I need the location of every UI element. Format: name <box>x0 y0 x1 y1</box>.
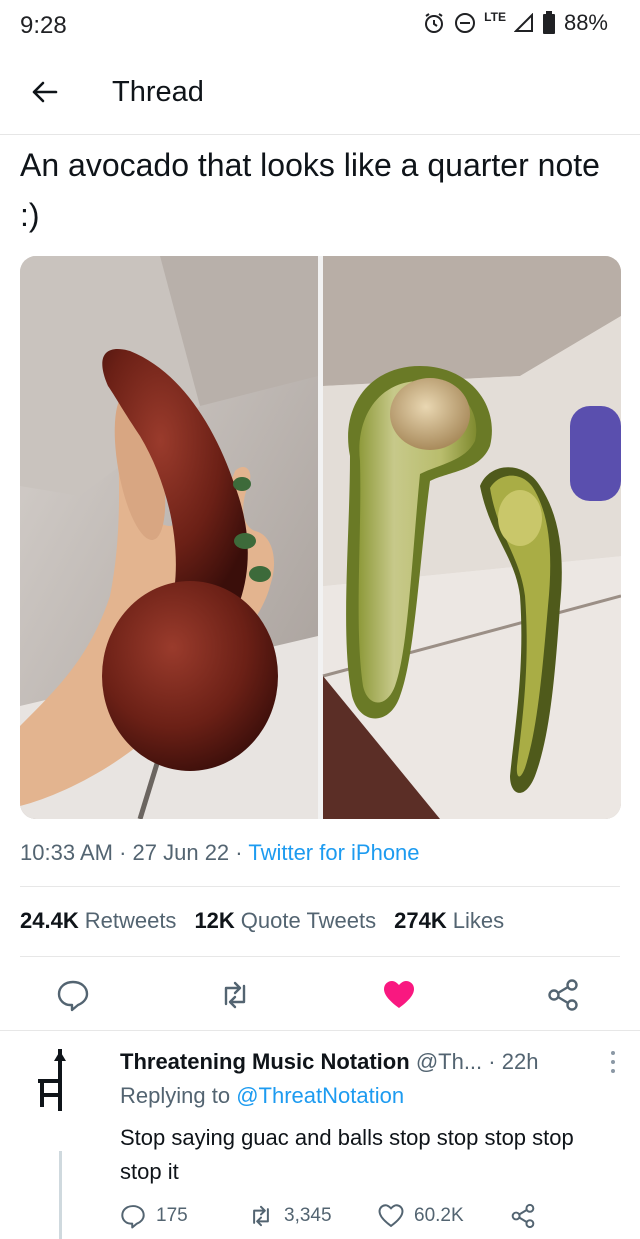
heart-icon <box>378 1204 404 1228</box>
likes-label: Likes <box>452 908 505 933</box>
divider <box>20 886 620 887</box>
status-icons: LTE 88% <box>422 10 608 36</box>
more-options-icon[interactable] <box>608 1049 618 1075</box>
status-bar: 9:28 LTE 88% <box>0 0 640 54</box>
reply-reply-button[interactable]: 175 <box>120 1203 188 1229</box>
avatar[interactable] <box>34 1045 86 1115</box>
tweet-date: 27 Jun 22 <box>132 840 230 865</box>
share-icon[interactable] <box>546 978 580 1012</box>
retweets-label: Retweets <box>84 908 177 933</box>
retweet-icon <box>253 1205 269 1227</box>
meta-separator: · <box>235 840 249 865</box>
alarm-icon <box>425 13 444 33</box>
reply-header: Threatening Music Notation @Th... · 22h <box>120 1049 538 1075</box>
likes-count: 274K <box>394 908 447 933</box>
do-not-disturb-icon <box>455 13 476 33</box>
tweet-photo[interactable] <box>20 256 621 819</box>
divider <box>20 956 620 957</box>
reply-tweet[interactable]: Threatening Music Notation @Th... · 22h … <box>0 1030 640 1239</box>
reply-share-button[interactable] <box>510 1203 536 1229</box>
quotes-label: Quote Tweets <box>240 908 377 933</box>
reply-icon[interactable] <box>56 978 90 1012</box>
battery-icon <box>542 11 555 34</box>
battery-percent: 88% <box>563 10 608 35</box>
replying-prefix: Replying to <box>120 1083 231 1108</box>
page-title: Thread <box>112 76 204 108</box>
tweet-time: 10:33 AM <box>20 840 113 865</box>
quotes-stat[interactable]: 12K Quote Tweets <box>194 908 376 934</box>
share-icon <box>511 1203 535 1229</box>
tweet-text: An avocado that looks like a quarter not… <box>20 147 600 233</box>
reply-age: 22h <box>501 1049 539 1074</box>
tweet-stats: 24.4K Retweets 12K Quote Tweets 274K Likes <box>20 908 504 934</box>
avocado-photo-image <box>20 256 621 819</box>
meta-separator: · <box>119 840 133 865</box>
retweet-icon[interactable] <box>218 978 252 1012</box>
app-bar: Thread <box>0 56 640 135</box>
tweet-source-link[interactable]: Twitter for iPhone <box>248 840 419 865</box>
likes-stat[interactable]: 274K Likes <box>394 908 504 934</box>
replying-to: Replying to @ThreatNotation <box>120 1083 404 1109</box>
reply-like-count: 60.2K <box>414 1205 464 1226</box>
back-arrow-icon[interactable] <box>30 78 58 106</box>
reply-retweet-button[interactable]: 3,345 <box>248 1203 332 1229</box>
reply-author-name[interactable]: Threatening Music Notation <box>120 1049 410 1074</box>
like-heart-icon[interactable] <box>382 978 416 1012</box>
signal-icon <box>513 13 533 32</box>
retweets-stat[interactable]: 24.4K Retweets <box>20 908 176 934</box>
tweet-actions <box>0 962 640 1026</box>
reply-retweet-count: 3,345 <box>284 1205 332 1226</box>
reply-reply-count: 175 <box>156 1205 188 1226</box>
thread-line <box>59 1151 62 1239</box>
replying-to-handle[interactable]: @ThreatNotation <box>236 1083 404 1108</box>
status-time: 9:28 <box>20 12 67 39</box>
reply-actions: 175 3,345 60.2K <box>120 1203 620 1233</box>
retweets-count: 24.4K <box>20 908 79 933</box>
reply-author-handle[interactable]: @Th... <box>416 1049 482 1074</box>
reply-text: Stop saying guac and balls stop stop sto… <box>120 1125 574 1184</box>
tweet-meta: 10:33 AM · 27 Jun 22 · Twitter for iPhon… <box>20 840 420 866</box>
network-type: LTE <box>484 10 506 24</box>
reply-separator: · <box>488 1049 502 1074</box>
reply-like-button[interactable]: 60.2K <box>378 1203 464 1229</box>
reply-icon <box>121 1205 145 1229</box>
quotes-count: 12K <box>194 908 235 933</box>
